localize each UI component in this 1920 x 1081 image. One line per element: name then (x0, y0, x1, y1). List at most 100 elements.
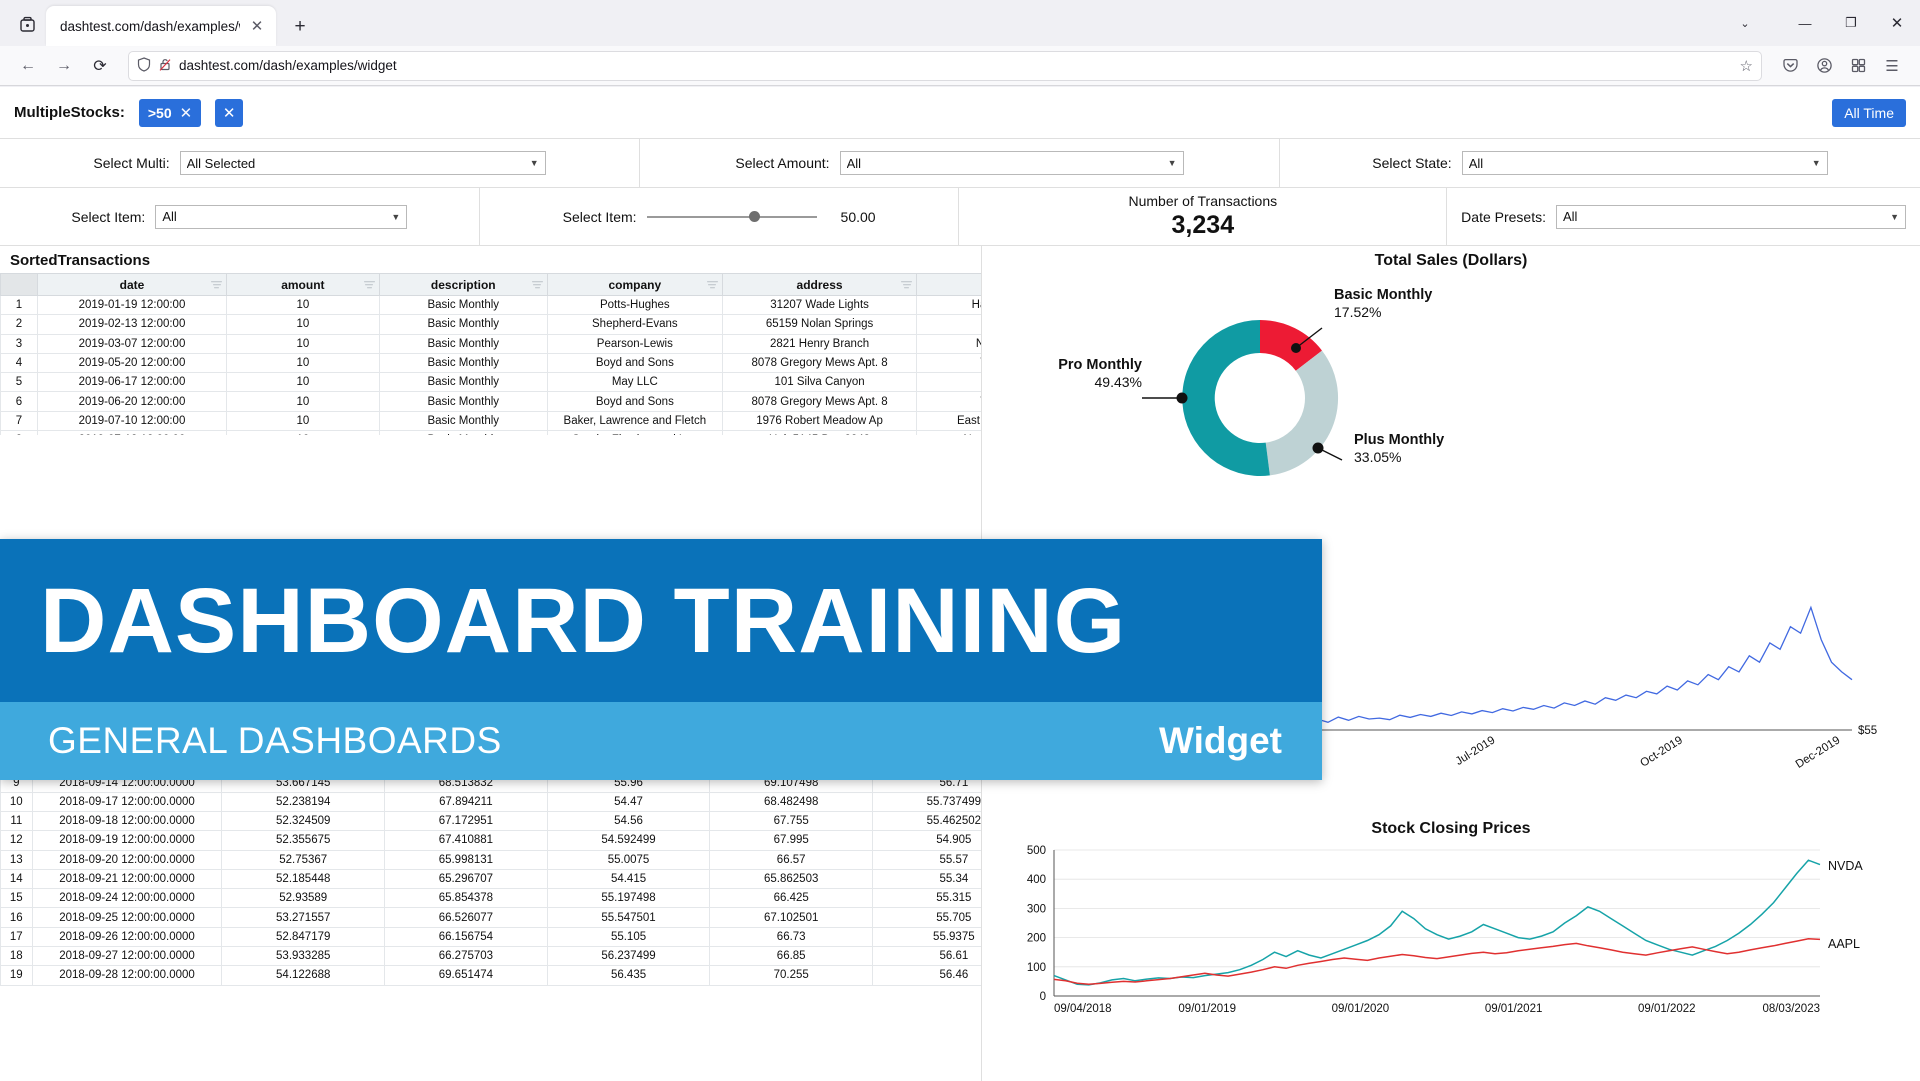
table-row[interactable]: 12 2018-09-19 12:00:00.0000 52.355675 67.41… (0, 830, 981, 851)
table-cell: 67.172951 (384, 810, 548, 832)
filter-chip[interactable]: >50 ✕ (138, 98, 202, 127)
table-row[interactable]: 4 2019-05-20 12:00:00 10 Basic Monthly Boyd … (0, 352, 981, 374)
table-cell: 65.854378 (384, 888, 548, 909)
overlay-banner-subtitle-right: Widget (1159, 720, 1282, 761)
minimize-button[interactable]: — (1782, 2, 1828, 44)
overlay-banner: DASHBOARD TRAINING GENERAL DASHBOARDS Wi… (0, 539, 1322, 780)
column-header[interactable]: amount (226, 273, 380, 296)
table-row[interactable]: 3 2019-03-07 12:00:00 10 Basic Monthly Pears… (0, 333, 981, 354)
close-icon[interactable]: ✕ (246, 15, 268, 37)
table-row[interactable]: 7 2019-07-10 12:00:00 10 Basic Monthly Baker… (0, 410, 981, 432)
select-amount-dropdown[interactable]: All ▼ (839, 151, 1184, 175)
table-cell: 19 (0, 965, 33, 986)
table-cell: Basic Monthly (378, 352, 548, 374)
forward-icon[interactable]: → (48, 50, 80, 82)
table-row[interactable]: 19 2018-09-28 12:00:00.0000 54.122688 69.65… (0, 965, 981, 986)
table-cell: 54.56 (546, 810, 711, 832)
series-line-aapl (1053, 938, 1821, 986)
all-time-button[interactable]: All Time (1832, 98, 1906, 127)
date-presets-dropdown[interactable]: All ▼ (1556, 204, 1906, 229)
control-row-1: Select Multi: All Selected ▼ Select Amou… (0, 139, 1920, 188)
chevron-down-icon: ▼ (529, 158, 539, 168)
url-bar[interactable]: dashtest.com/dash/examples/widget ☆ (128, 50, 1762, 81)
maximize-button[interactable]: ❐ (1828, 2, 1874, 44)
column-header[interactable]: city (916, 273, 981, 296)
table-cell: Jayberg (916, 372, 981, 393)
table-row[interactable]: 11 2018-09-18 12:00:00.0000 52.324509 67.17… (0, 810, 981, 832)
column-header[interactable]: description (378, 273, 548, 296)
table-cell: Basic Monthly (378, 410, 548, 432)
menu-icon[interactable]: ☰ (1876, 50, 1908, 82)
column-header[interactable]: address (721, 273, 918, 296)
table-cell: Pearson-Lewis (546, 333, 723, 354)
table-row[interactable]: 17 2018-09-26 12:00:00.0000 52.847179 66.15… (0, 926, 981, 948)
table-row[interactable]: 6 2019-06-20 12:00:00 10 Basic Monthly Boyd … (0, 391, 981, 412)
extensions-icon[interactable] (1842, 50, 1874, 82)
lock-broken-icon[interactable] (158, 57, 172, 75)
table-row[interactable]: 1 2019-01-19 12:00:00 10 Basic Monthly Potts… (0, 294, 981, 316)
select-item-slider[interactable] (646, 208, 817, 226)
table-cell: 10 (226, 410, 380, 432)
stock-prices-title: Stock Closing Prices (1371, 820, 1531, 837)
column-header[interactable]: company (546, 273, 723, 296)
table-cell: 65.998131 (384, 849, 548, 870)
firefox-view-icon[interactable] (8, 5, 46, 43)
column-header[interactable]: date (36, 273, 228, 296)
table-cell: 6 (0, 391, 38, 412)
bookmark-star-icon[interactable]: ☆ (1740, 57, 1753, 75)
overlay-banner-main: DASHBOARD TRAINING (0, 539, 1322, 702)
back-icon[interactable]: ← (12, 50, 44, 82)
table-cell: Basic Monthly (378, 372, 548, 393)
chevron-down-icon: ▼ (1811, 158, 1821, 168)
select-item-dropdown[interactable]: All ▼ (155, 204, 408, 229)
table-cell: Potts-Hughes (546, 294, 723, 316)
new-tab-button[interactable]: + (286, 13, 314, 41)
account-icon[interactable] (1808, 50, 1840, 82)
table-cell: 11 (0, 810, 33, 832)
table-cell: 10 (226, 352, 380, 374)
shield-icon[interactable] (137, 57, 151, 74)
close-icon[interactable]: ✕ (180, 104, 193, 122)
table-cell: 13 (0, 849, 33, 870)
pocket-icon[interactable] (1774, 50, 1806, 82)
chevron-down-icon[interactable]: ⌄ (1722, 2, 1768, 44)
donut-slice-pro-monthly (1182, 320, 1270, 476)
clear-all-filters-button[interactable]: ✕ (215, 98, 244, 127)
table-cell: 2019-02-13 12:00:00 (36, 314, 228, 335)
table-cell: Basic Monthly (378, 430, 548, 435)
table-row[interactable]: 10 2018-09-17 12:00:00.0000 52.238194 67.89… (0, 791, 981, 812)
table-row[interactable]: 14 2018-09-21 12:00:00.0000 52.185448 65.29… (0, 868, 981, 890)
table-cell: 8078 Gregory Mews Apt. 8 (721, 391, 918, 412)
table-cell: 2018-09-24 12:00:00.0000 (31, 888, 223, 909)
table-row[interactable]: 15 2018-09-24 12:00:00.0000 52.93589 65.854… (0, 888, 981, 909)
reload-icon[interactable]: ⟳ (84, 50, 116, 82)
table-row[interactable]: 16 2018-09-25 12:00:00.0000 53.271557 66.52… (0, 907, 981, 928)
table-cell: 101 Silva Canyon (721, 372, 918, 393)
table-cell: 52.847179 (221, 926, 386, 948)
table-cell: 55.105 (546, 926, 711, 948)
table-row[interactable]: 2 2019-02-13 12:00:00 10 Basic Monthly Sheph… (0, 314, 981, 335)
window-close-button[interactable]: ✕ (1874, 2, 1920, 44)
table-row[interactable]: 18 2018-09-27 12:00:00.0000 53.933285 66.27… (0, 946, 981, 967)
table-cell: 2821 Henry Branch (721, 333, 918, 354)
table-cell: 67.894211 (384, 791, 548, 812)
slider-thumb[interactable] (748, 211, 760, 222)
table-cell: 8 (0, 430, 38, 435)
browser-tab[interactable]: dashtest.com/dash/examples/widg ✕ (46, 6, 276, 46)
table-row[interactable]: 82019-07-18 12:00:0010Basic MonthlyGarci… (0, 430, 981, 435)
x-tick-label: 09/01/2021 (1485, 1003, 1543, 1015)
select-state-dropdown[interactable]: All ▼ (1461, 151, 1828, 175)
select-item-value: All (162, 209, 177, 224)
table-cell: 70.255 (709, 965, 874, 986)
table-cell: 2018-09-19 12:00:00.0000 (31, 830, 223, 851)
table-row[interactable]: 13 2018-09-20 12:00:00.0000 52.75367 65.998… (0, 849, 981, 870)
select-multi-dropdown[interactable]: All Selected ▼ (179, 151, 546, 175)
donut-label-value: 17.52% (1334, 304, 1382, 321)
table-cell: 10 (226, 430, 380, 435)
transactions-table-scroll[interactable]: dateamountdescriptioncompanyaddresscitys… (0, 273, 981, 435)
table-cell: Boyd and Sons (546, 391, 723, 412)
table-row[interactable]: 5 2019-06-17 12:00:00 10 Basic Monthly May L… (0, 372, 981, 393)
table-cell: 10 (226, 391, 380, 412)
kpi-card: Number of Transactions 3,234 (959, 188, 1448, 245)
table-cell: 67.410881 (384, 830, 548, 851)
